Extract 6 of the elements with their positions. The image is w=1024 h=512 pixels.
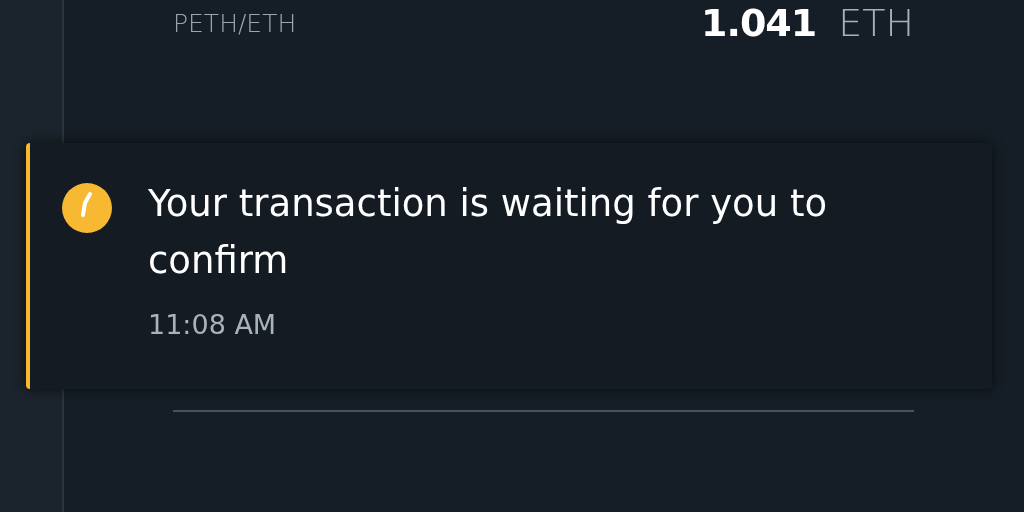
pair-label: PETH/ETH <box>173 8 298 38</box>
notification-message: Your transaction is waiting for you to confirm <box>148 181 829 284</box>
unit-label: ETH <box>838 1 914 45</box>
notification-time: 11:08 AM <box>148 309 278 340</box>
spinner-icon <box>62 183 112 233</box>
rate-value: 1.041 <box>701 1 817 45</box>
